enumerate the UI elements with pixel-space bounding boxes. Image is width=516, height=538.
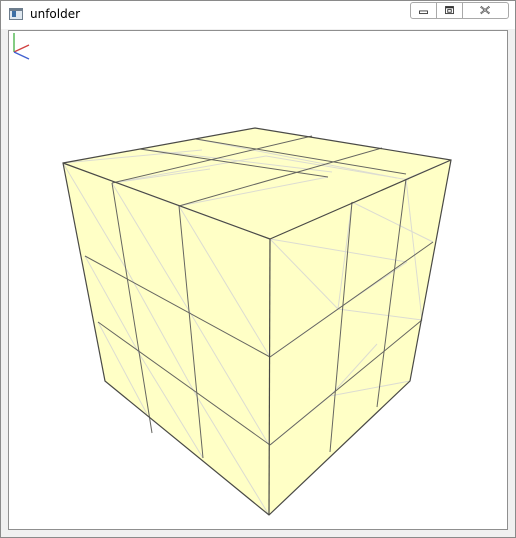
cube-model[interactable]	[9, 31, 507, 529]
minimize-button[interactable]	[410, 2, 437, 19]
axes-gizmo-icon	[13, 33, 30, 60]
caption-buttons	[410, 2, 509, 20]
close-button[interactable]	[462, 2, 509, 19]
3d-viewport[interactable]	[8, 30, 508, 530]
close-icon	[480, 5, 491, 15]
minimize-icon	[419, 10, 428, 15]
app-window: unfolder	[0, 0, 516, 538]
window-title: unfolder	[30, 7, 81, 21]
maximize-icon	[445, 6, 454, 15]
app-window-icon[interactable]	[9, 8, 23, 20]
maximize-button[interactable]	[436, 2, 463, 19]
title-bar[interactable]: unfolder	[1, 1, 515, 29]
